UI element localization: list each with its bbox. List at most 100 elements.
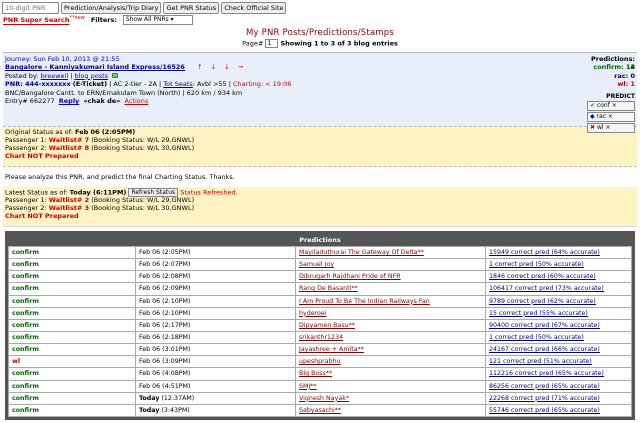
tot-seats-link[interactable]: Tot Seats xyxy=(163,80,193,88)
prediction-status: confirm xyxy=(8,245,136,260)
prediction-user-link[interactable]: Vignesh Nayak* xyxy=(299,395,349,402)
predict-rac-button[interactable]: ◆ rac × xyxy=(587,111,635,122)
prediction-user-link[interactable]: upeshprabhu xyxy=(299,358,341,365)
pnr-super-search-link[interactable]: PNR Super Search xyxy=(3,17,69,25)
table-row: confirm Feb 06 (4:08PM) Big Boss** 112216 c… xyxy=(8,367,632,381)
predict-rac-label: rac xyxy=(596,112,606,120)
prediction-user-link[interactable]: Dipyamen Basu** xyxy=(299,322,355,329)
prediction-accuracy-cell: 90400 correct pred (67% accurate) xyxy=(485,318,632,332)
prediction-analysis-button[interactable]: Prediction/Analysis/Trip Diary xyxy=(61,2,162,14)
analyze-text: Please analyze this PNR, and predict the… xyxy=(5,173,235,181)
latest-p2-label: Passenger 2: xyxy=(5,204,47,212)
table-row: confirm Feb 06 (4:51PM) SMJ** 86256 correct… xyxy=(8,379,632,393)
table-row: confirm Feb 06 (2:08PM) Dibrugarh Rajdhani… xyxy=(8,270,632,284)
prediction-user-link[interactable]: I Am Proud To Be The Indian Railways Fan xyxy=(299,298,430,305)
filters-label: Filters: xyxy=(90,16,117,24)
arrow-right-icon[interactable]: → xyxy=(238,63,243,71)
prediction-date-cell: Feb 06 (2:17PM) xyxy=(135,318,296,332)
prediction-date-cell: Today (3:43PM) xyxy=(135,403,296,417)
prediction-date: Feb 06 (4:08PM) xyxy=(139,370,191,378)
train-link[interactable]: Bangalore - Kanniyakumari Island Express… xyxy=(5,63,185,71)
blog-posts-link[interactable]: blog posts xyxy=(74,72,108,80)
prediction-accuracy-link[interactable]: 86256 correct pred (65% accurate) xyxy=(489,383,600,390)
predictions-count: Predictions: 14 xyxy=(590,55,635,72)
chak-de-link[interactable]: «chak de» xyxy=(83,97,120,105)
predict-wl-button[interactable]: ✖ wl × xyxy=(587,122,635,133)
actions-link[interactable]: Actions xyxy=(125,97,149,105)
prediction-user-link[interactable]: Samuel Joy xyxy=(299,261,334,268)
pnr-number: PNR: 444-xxxxxxx xyxy=(5,80,71,89)
prediction-user-link[interactable]: hyderoei xyxy=(299,310,327,317)
prediction-accuracy-cell: 106417 correct pred (73% accurate) xyxy=(485,282,632,296)
prediction-user-link[interactable]: Sabyasachi** xyxy=(299,407,341,414)
arrow-down-icon[interactable]: ↓ xyxy=(211,63,216,71)
table-row: confirm Feb 06 (2:05PM) Mayiladuthurai The… xyxy=(8,245,632,260)
prediction-accuracy-link[interactable]: 15949 correct pred (64% accurate) xyxy=(489,249,600,256)
prediction-accuracy-link[interactable]: 106417 correct pred (73% accurate) xyxy=(489,285,604,292)
rac-icon: ◆ xyxy=(590,112,595,120)
prediction-accuracy-cell: 22268 correct pred (71% accurate) xyxy=(485,391,632,405)
prediction-date-cell: Today (12:37AM) xyxy=(135,391,296,405)
table-row: wl Feb 06 (3:09PM) upeshprabhu 121 correct … xyxy=(8,355,632,369)
prediction-user-link[interactable]: Big Boss** xyxy=(299,370,332,377)
prediction-accuracy-link[interactable]: 1846 correct pred (60% accurate) xyxy=(489,273,596,280)
predict-confirm-button[interactable]: ✔ conf × xyxy=(587,100,635,111)
wl-count: wl: 1 xyxy=(617,80,635,89)
prediction-status: confirm xyxy=(8,270,136,284)
prediction-date: Feb 06 (2:10PM) xyxy=(139,297,191,305)
prediction-accuracy-cell: 1846 correct pred (60% accurate) xyxy=(485,270,632,284)
arrow-up-icon[interactable]: ↑ xyxy=(197,63,202,71)
orig-p1-label: Passenger 1: xyxy=(5,136,47,144)
prediction-accuracy-link[interactable]: 24167 correct pred (66% accurate) xyxy=(489,346,600,353)
prediction-user-cell: Dibrugarh Rajdhani Pride of NFR xyxy=(295,270,486,284)
prediction-date: Feb 06 (2:09PM) xyxy=(139,285,191,293)
pnr-input[interactable] xyxy=(2,2,59,14)
prediction-date: Feb 06 (2:07PM) xyxy=(139,261,191,269)
filter-select[interactable]: Show All PNRs ▾ xyxy=(122,15,193,25)
prediction-user-cell: upeshprabhu xyxy=(295,355,486,369)
latest-chart-status: Chart NOT Prepared xyxy=(5,212,79,220)
new-tag: **new xyxy=(69,15,85,22)
prediction-user-link[interactable]: srikanthr1234 xyxy=(299,334,343,341)
latest-p2-wl: Waitlist# 3 xyxy=(48,204,90,212)
predict-confirm-label: conf xyxy=(596,101,610,109)
prediction-accuracy-link[interactable]: 9789 correct pred (62% accurate) xyxy=(489,298,596,305)
prediction-accuracy-link[interactable]: 22268 correct pred (71% accurate) xyxy=(489,395,600,402)
prediction-accuracy-cell: 121 correct pred (51% accurate) xyxy=(485,355,632,369)
charting-time: Charting: < 19:06 xyxy=(233,80,292,89)
arrow-down-icon-2[interactable]: ↓ xyxy=(224,63,229,71)
prediction-date-cell: Feb 06 (4:51PM) xyxy=(135,379,296,393)
prediction-user-link[interactable]: Mayiladuthurai The Gateway Of Delta** xyxy=(299,249,424,256)
prediction-accuracy-link[interactable]: 1 correct pred (50% accurate) xyxy=(489,261,584,268)
reply-link[interactable]: Reply xyxy=(59,97,80,105)
posted-by-user-link[interactable]: breewell xyxy=(41,72,69,80)
prediction-user-link[interactable]: Dibrugarh Rajdhani Pride of NFR xyxy=(299,273,401,280)
prediction-user-link[interactable]: Jayashree + Amita** xyxy=(299,346,364,353)
prediction-user-cell: Samuel Joy xyxy=(295,258,486,272)
prediction-date-cell: Feb 06 (2:10PM) xyxy=(135,306,296,320)
prediction-user-link[interactable]: Rang De Basanti** xyxy=(299,285,358,292)
table-row: confirm Feb 06 (2:10PM) hyderoei 15 correct… xyxy=(8,306,632,320)
latest-p2-booking: (Booking Status: W/L 30,GNWL) xyxy=(91,204,195,212)
prediction-accuracy-link[interactable]: 1 correct pred (50% accurate) xyxy=(489,334,584,341)
prediction-user-cell: Rang De Basanti** xyxy=(295,282,486,296)
prediction-accuracy-link[interactable]: 55746 correct pred (65% accurate) xyxy=(489,407,600,414)
prediction-date: (3:43PM) xyxy=(161,406,190,414)
page-input[interactable]: 1 xyxy=(265,39,279,48)
prediction-accuracy-link[interactable]: 15 correct pred (55% accurate) xyxy=(489,310,588,317)
prediction-accuracy-link[interactable]: 121 correct pred (51% accurate) xyxy=(489,358,592,365)
prediction-date-cell: Feb 06 (2:07PM) xyxy=(135,258,296,272)
prediction-accuracy-link[interactable]: 90400 correct pred (67% accurate) xyxy=(489,322,600,329)
prediction-date-bold: Today xyxy=(139,394,160,402)
prediction-accuracy-link[interactable]: 112216 correct pred (65% accurate) xyxy=(489,370,604,377)
prediction-date: (12:37AM) xyxy=(161,394,195,402)
check-official-site-button[interactable]: Check Official Site xyxy=(221,2,287,14)
table-row: confirm Feb 06 (2:18PM) srikanthr1234 1 cor… xyxy=(8,330,632,345)
prediction-user-link[interactable]: SMJ** xyxy=(299,383,317,390)
top-toolbar: Prediction/Analysis/Trip Diary Get PNR S… xyxy=(0,0,640,14)
get-pnr-status-button[interactable]: Get PNR Status xyxy=(163,2,220,14)
prediction-status: confirm xyxy=(8,330,136,345)
orig-status-title: Original Status as of: xyxy=(5,128,73,136)
close-icon: × xyxy=(611,101,617,109)
prediction-user-cell: Mayiladuthurai The Gateway Of Delta** xyxy=(295,245,486,260)
